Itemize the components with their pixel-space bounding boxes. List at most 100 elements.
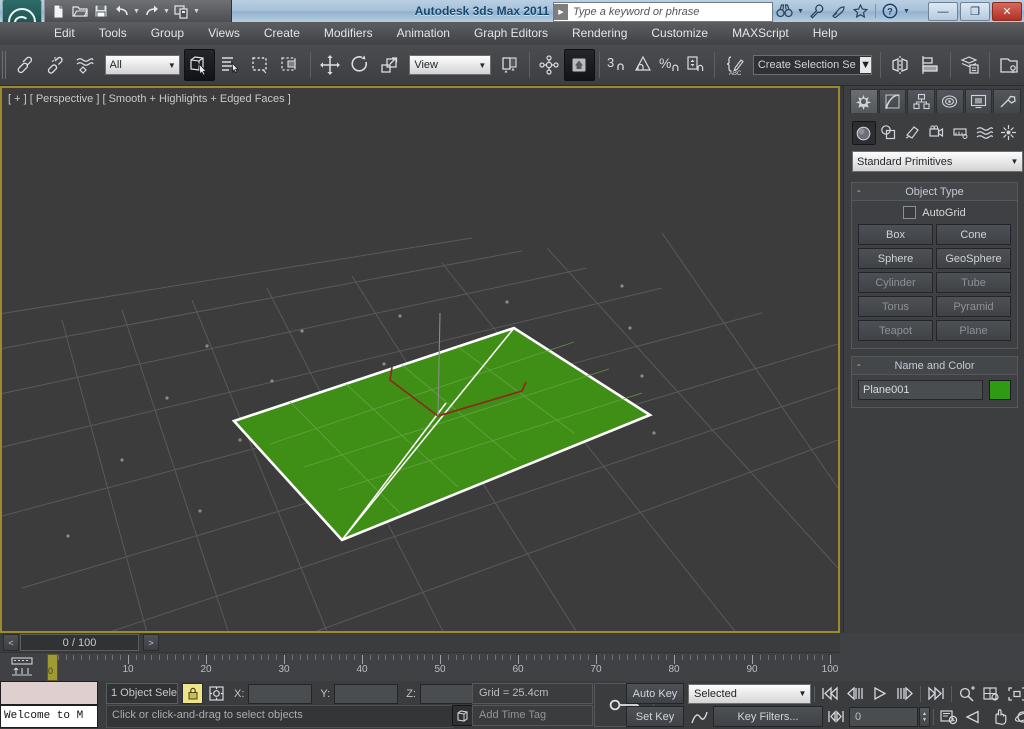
help-dropdown-caret-icon[interactable]: ▼	[903, 8, 910, 15]
menu-item-group[interactable]: Group	[139, 22, 196, 45]
use-pivot-point-center-button[interactable]	[495, 49, 525, 81]
auto-key-button[interactable]: Auto Key	[626, 683, 684, 704]
current-frame-display[interactable]: 0 / 100	[20, 634, 139, 651]
snaps-toggle-button[interactable]	[564, 49, 595, 81]
previous-frame-button[interactable]	[843, 683, 867, 704]
coord-x-field[interactable]	[248, 683, 313, 704]
cameras-category[interactable]	[926, 121, 948, 143]
menu-item-animation[interactable]: Animation	[385, 22, 462, 45]
next-frame-arrow[interactable]: >	[143, 634, 159, 651]
shapes-category[interactable]	[878, 121, 900, 143]
next-frame-button[interactable]	[893, 683, 917, 704]
current-frame-field[interactable]: 0	[849, 706, 918, 727]
maxscript-mini-listener[interactable]: Welcome to M	[0, 681, 100, 729]
search-binoculars-icon[interactable]	[775, 2, 794, 20]
percent-snap-toggle-button[interactable]: %	[657, 49, 684, 81]
autogrid-row[interactable]: AutoGrid	[858, 206, 1011, 219]
selection-lock-cube-icon[interactable]	[452, 705, 473, 726]
set-project-folder-icon[interactable]	[172, 2, 191, 20]
search-box[interactable]: ▶ Type a keyword or phrase	[553, 2, 773, 22]
spinner-down-arrow[interactable]: ▼	[922, 717, 927, 723]
key-mode-toggle-button[interactable]	[824, 706, 848, 727]
curve-editor-icon[interactable]	[688, 706, 712, 727]
menu-item-help[interactable]: Help	[801, 22, 850, 45]
search-dropdown-arrow[interactable]: ▶	[554, 4, 568, 20]
go-to-end-button[interactable]	[924, 683, 948, 704]
menu-item-rendering[interactable]: Rendering	[560, 22, 639, 45]
layer-manager-button[interactable]	[955, 49, 985, 81]
add-time-tag-button[interactable]: Add Time Tag	[472, 705, 593, 726]
maxscript-input-pane[interactable]	[0, 681, 98, 705]
go-to-start-button[interactable]	[818, 683, 842, 704]
coord-y-field[interactable]	[334, 683, 399, 704]
edit-named-selection-sets-button[interactable]: ABC	[719, 49, 749, 81]
previous-frame-arrow[interactable]: <	[3, 634, 19, 651]
menu-item-customize[interactable]: Customize	[639, 22, 720, 45]
menu-item-tools[interactable]: Tools	[87, 22, 139, 45]
align-button[interactable]	[915, 49, 945, 81]
key-filters-button[interactable]: Key Filters...	[713, 706, 823, 727]
play-animation-button[interactable]	[868, 683, 892, 704]
zoom-extents-button[interactable]	[1005, 683, 1024, 704]
object-color-swatch[interactable]	[989, 380, 1011, 400]
mirror-button[interactable]	[885, 49, 915, 81]
spinner-snap-toggle-button[interactable]	[683, 49, 710, 81]
object-name-input[interactable]: Plane001	[858, 380, 983, 400]
menu-item-graph-editors[interactable]: Graph Editors	[462, 22, 560, 45]
restore-button[interactable]: ❐	[960, 2, 990, 21]
object-type-button-cone[interactable]: Cone	[936, 224, 1011, 245]
menu-item-maxscript[interactable]: MAXScript	[720, 22, 801, 45]
material-editor-button[interactable]	[994, 49, 1024, 81]
chevron-down-icon[interactable]: ▼	[860, 57, 872, 73]
select-and-scale-button[interactable]	[375, 49, 405, 81]
chevron-down-icon[interactable]: ▼	[1007, 157, 1022, 166]
minimize-button[interactable]: —	[928, 2, 958, 21]
motion-tab[interactable]	[936, 89, 964, 113]
hierarchy-tab[interactable]	[907, 89, 936, 113]
field-of-view-button[interactable]	[962, 706, 986, 727]
orbit-button[interactable]	[1012, 706, 1024, 727]
search-input[interactable]: Type a keyword or phrase	[568, 6, 699, 18]
collapse-icon[interactable]: -	[857, 357, 861, 374]
open-mini-curve-editor-icon[interactable]	[10, 657, 34, 680]
geometry-category[interactable]	[852, 121, 876, 145]
zoom-button[interactable]	[955, 683, 979, 704]
menu-item-edit[interactable]: Edit	[42, 22, 87, 45]
object-type-button-box[interactable]: Box	[858, 224, 933, 245]
reference-coordinate-system-combo[interactable]: View ▼	[409, 55, 491, 75]
create-tab[interactable]	[850, 89, 878, 113]
redo-icon[interactable]	[142, 2, 161, 20]
modify-tab[interactable]	[878, 89, 907, 113]
zoom-all-button[interactable]	[980, 683, 1004, 704]
viewport-perspective[interactable]: z y x [ + ] [ Perspective ] [ Smooth + H…	[0, 86, 840, 633]
satellite-icon[interactable]	[829, 2, 848, 20]
primitives-dropdown[interactable]: Standard Primitives ▼	[852, 151, 1023, 172]
helpers-category[interactable]	[949, 121, 971, 143]
frame-spinner[interactable]: ▲ ▼	[919, 706, 930, 727]
select-and-manipulate-button[interactable]	[534, 49, 564, 81]
collapse-icon[interactable]: -	[857, 183, 861, 200]
menu-item-create[interactable]: Create	[252, 22, 312, 45]
object-type-button-torus[interactable]: Torus	[858, 296, 933, 317]
angle-snap-button[interactable]	[630, 49, 657, 81]
menu-item-views[interactable]: Views	[196, 22, 252, 45]
time-configuration-button[interactable]	[937, 706, 961, 727]
display-tab[interactable]	[964, 89, 993, 113]
chevron-down-icon[interactable]: ▼	[795, 689, 810, 698]
autogrid-checkbox[interactable]	[903, 206, 917, 219]
select-and-rotate-button[interactable]	[345, 49, 375, 81]
object-type-button-plane[interactable]: Plane	[936, 320, 1011, 341]
lights-category[interactable]	[902, 121, 924, 143]
frame-ruler[interactable]: 0 10 20 30 40 50 60 70 80 90 100	[46, 653, 840, 681]
undo-dropdown-arrow[interactable]: ▼	[133, 8, 140, 15]
chevron-down-icon[interactable]: ▼	[164, 61, 179, 70]
select-and-move-button[interactable]	[314, 49, 344, 81]
object-type-rollout-header[interactable]: - Object Type	[852, 183, 1017, 201]
named-selection-sets-combo[interactable]: Create Selection Se ▼	[752, 55, 873, 75]
viewport-canvas[interactable]: z y x [ + ] [ Perspective ] [ Smooth + H…	[2, 88, 838, 631]
undo-icon[interactable]	[112, 2, 131, 20]
search-tools-caret-icon[interactable]: ▼	[797, 8, 804, 15]
open-file-icon[interactable]	[70, 2, 89, 20]
select-by-name-button[interactable]	[215, 49, 245, 81]
quick-access-overflow-arrow[interactable]: ▼	[193, 8, 200, 15]
